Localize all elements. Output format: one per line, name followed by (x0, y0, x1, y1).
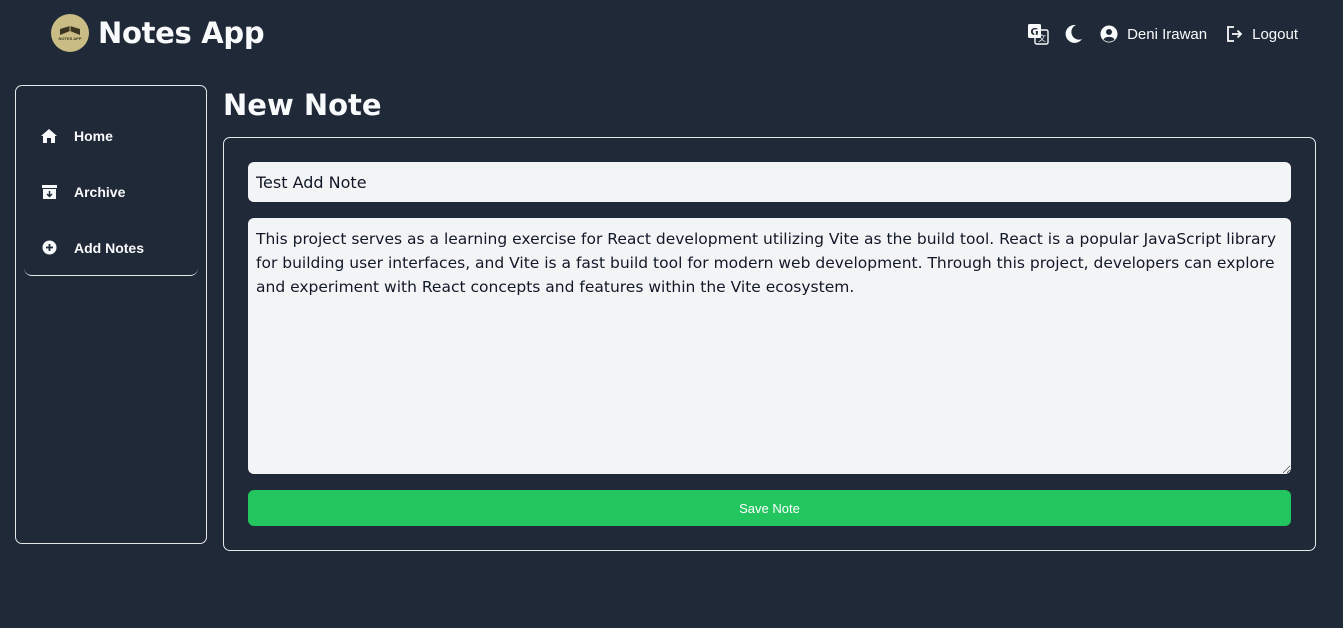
header-actions: G 文 Deni Irawan Logout (1027, 22, 1298, 46)
home-icon (41, 128, 57, 144)
sidebar-item-archive[interactable]: Archive (24, 164, 198, 220)
plus-circle-icon (41, 240, 57, 256)
note-title-input[interactable] (248, 162, 1291, 202)
sidebar-item-label: Add Notes (74, 239, 144, 256)
logout-label: Logout (1252, 25, 1298, 43)
sidebar-item-home[interactable]: Home (24, 108, 198, 164)
user-menu[interactable]: Deni Irawan (1100, 25, 1207, 43)
translate-icon[interactable]: G 文 (1027, 23, 1049, 45)
sidebar-item-add-notes[interactable]: Add Notes (24, 220, 198, 276)
sidebar: Home Archive Add Notes (15, 85, 207, 544)
main-content: New Note This project serves as a learni… (223, 85, 1316, 551)
save-note-button[interactable]: Save Note (248, 490, 1291, 526)
svg-text:文: 文 (1038, 33, 1046, 43)
user-circle-icon (1100, 25, 1118, 43)
app-title: Notes App (98, 16, 265, 50)
page-title: New Note (223, 88, 382, 122)
logo-text: NOTES APP (58, 36, 82, 41)
app-logo: NOTES APP (51, 14, 89, 52)
archive-icon (41, 184, 57, 200)
app-header: NOTES APP Notes App G 文 Deni Irawan Logo… (0, 0, 1343, 70)
user-name: Deni Irawan (1127, 25, 1208, 43)
new-note-form: This project serves as a learning exerci… (223, 137, 1316, 551)
sidebar-item-label: Home (74, 128, 113, 144)
sidebar-item-label: Archive (74, 184, 126, 200)
sidebar-nav: Home Archive Add Notes (16, 86, 206, 276)
moon-icon[interactable] (1063, 23, 1083, 45)
logout-icon (1225, 25, 1243, 43)
brand[interactable]: NOTES APP Notes App (51, 14, 265, 52)
note-body-textarea[interactable]: This project serves as a learning exerci… (248, 218, 1291, 474)
logout-button[interactable]: Logout (1225, 25, 1298, 43)
